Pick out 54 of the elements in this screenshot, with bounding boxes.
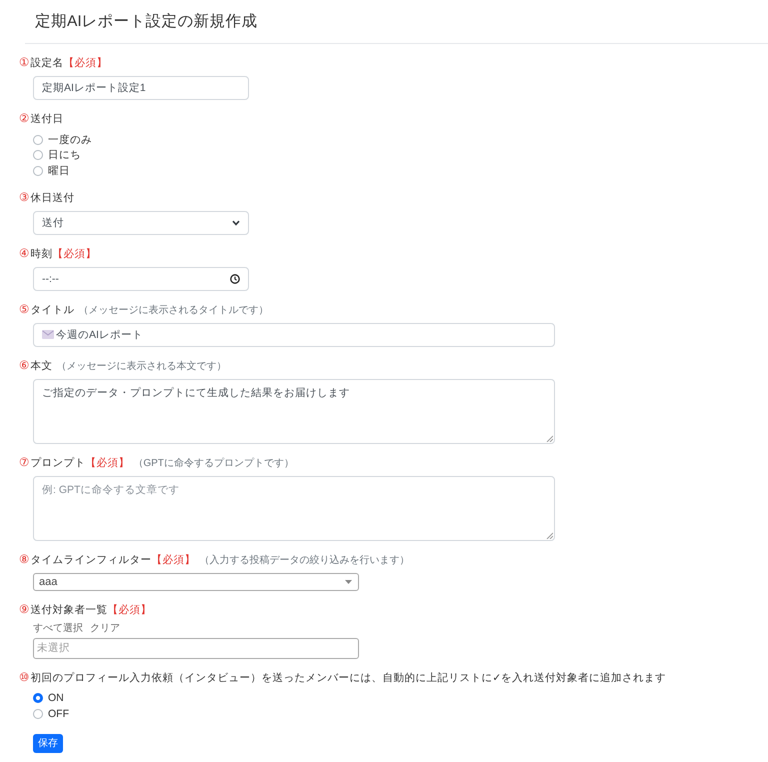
save-button[interactable]: 保存 (33, 734, 63, 752)
field-label: 送付日 (30, 112, 64, 127)
action-link[interactable]: すべて選択 (33, 622, 83, 634)
field-label: 本文 (30, 358, 52, 374)
step-number: ③ (19, 190, 30, 206)
required-mark: 【必須】 (85, 456, 130, 470)
option-label[interactable]: ON (48, 692, 64, 704)
required-mark: 【必須】 (52, 246, 96, 262)
action-link[interactable]: クリア (90, 622, 120, 634)
option-label[interactable]: 日にち (48, 148, 81, 162)
step-number: ⑦ (19, 456, 30, 470)
page-title: 定期AIレポート設定の新規作成 (35, 12, 258, 32)
option-label[interactable]: 曜日 (48, 164, 70, 178)
radio-button[interactable] (33, 150, 43, 160)
field-label: 送付対象者一覧 (30, 602, 108, 618)
field-label: 初回のプロフィール入力依頼（インタビュー）を送ったメンバーには、自動的に上記リストに✓を入れ送付対象者に追加されます (30, 670, 666, 686)
field-label: 時刻 (30, 246, 52, 262)
radio-button[interactable] (33, 708, 43, 719)
option-label[interactable]: OFF (48, 708, 69, 720)
step-number: ⑤ (19, 302, 30, 318)
step-number: ② (19, 112, 30, 127)
field-hint: （メッセージに表示される本文です） (56, 360, 226, 374)
triangle-down-icon (345, 580, 352, 584)
field-hint: （入力する投稿データの絞り込みを行います） (199, 554, 410, 568)
field-hint: （メッセージに表示されるタイトルです） (78, 304, 268, 318)
field-label: 設定名 (30, 56, 64, 71)
option-label[interactable]: 一度のみ (48, 132, 92, 147)
step-number: ⑧ (19, 552, 30, 568)
text-area[interactable]: ご指定のデータ・プロンプトにて生成した結果をお届けします (33, 378, 555, 444)
step-number: ⑩ (19, 670, 30, 686)
chevron-down-icon (232, 220, 240, 226)
clock-icon[interactable] (230, 274, 240, 284)
field-label: タイムラインフィルター (30, 552, 152, 568)
step-number: ⑥ (19, 358, 30, 374)
field-label: タイトル (30, 302, 74, 318)
field-hint: （GPTに命令するプロンプトです） (133, 456, 294, 470)
text-field[interactable]: 今週のAIレポート (33, 322, 555, 346)
required-mark: 【必須】 (151, 552, 196, 568)
required-mark: 【必須】 (107, 602, 152, 618)
step-number: ④ (19, 246, 30, 262)
time-field[interactable]: --:-- (33, 266, 249, 290)
dropdown[interactable]: 送付 (33, 210, 249, 234)
resize-grip-icon[interactable] (546, 434, 553, 442)
step-number: ⑨ (19, 602, 30, 618)
radio-button[interactable] (33, 693, 43, 704)
text-field[interactable]: 定期AIレポート設定1 (33, 76, 249, 100)
resize-grip-icon[interactable] (546, 532, 553, 538)
radio-button[interactable] (33, 134, 43, 145)
field-label: 休日送付 (30, 190, 74, 206)
required-mark: 【必須】 (63, 56, 108, 71)
step-number: ① (19, 56, 30, 71)
dropdown[interactable]: aaa (33, 572, 359, 590)
radio-button[interactable] (33, 166, 43, 176)
field-label: プロンプト (30, 456, 86, 470)
